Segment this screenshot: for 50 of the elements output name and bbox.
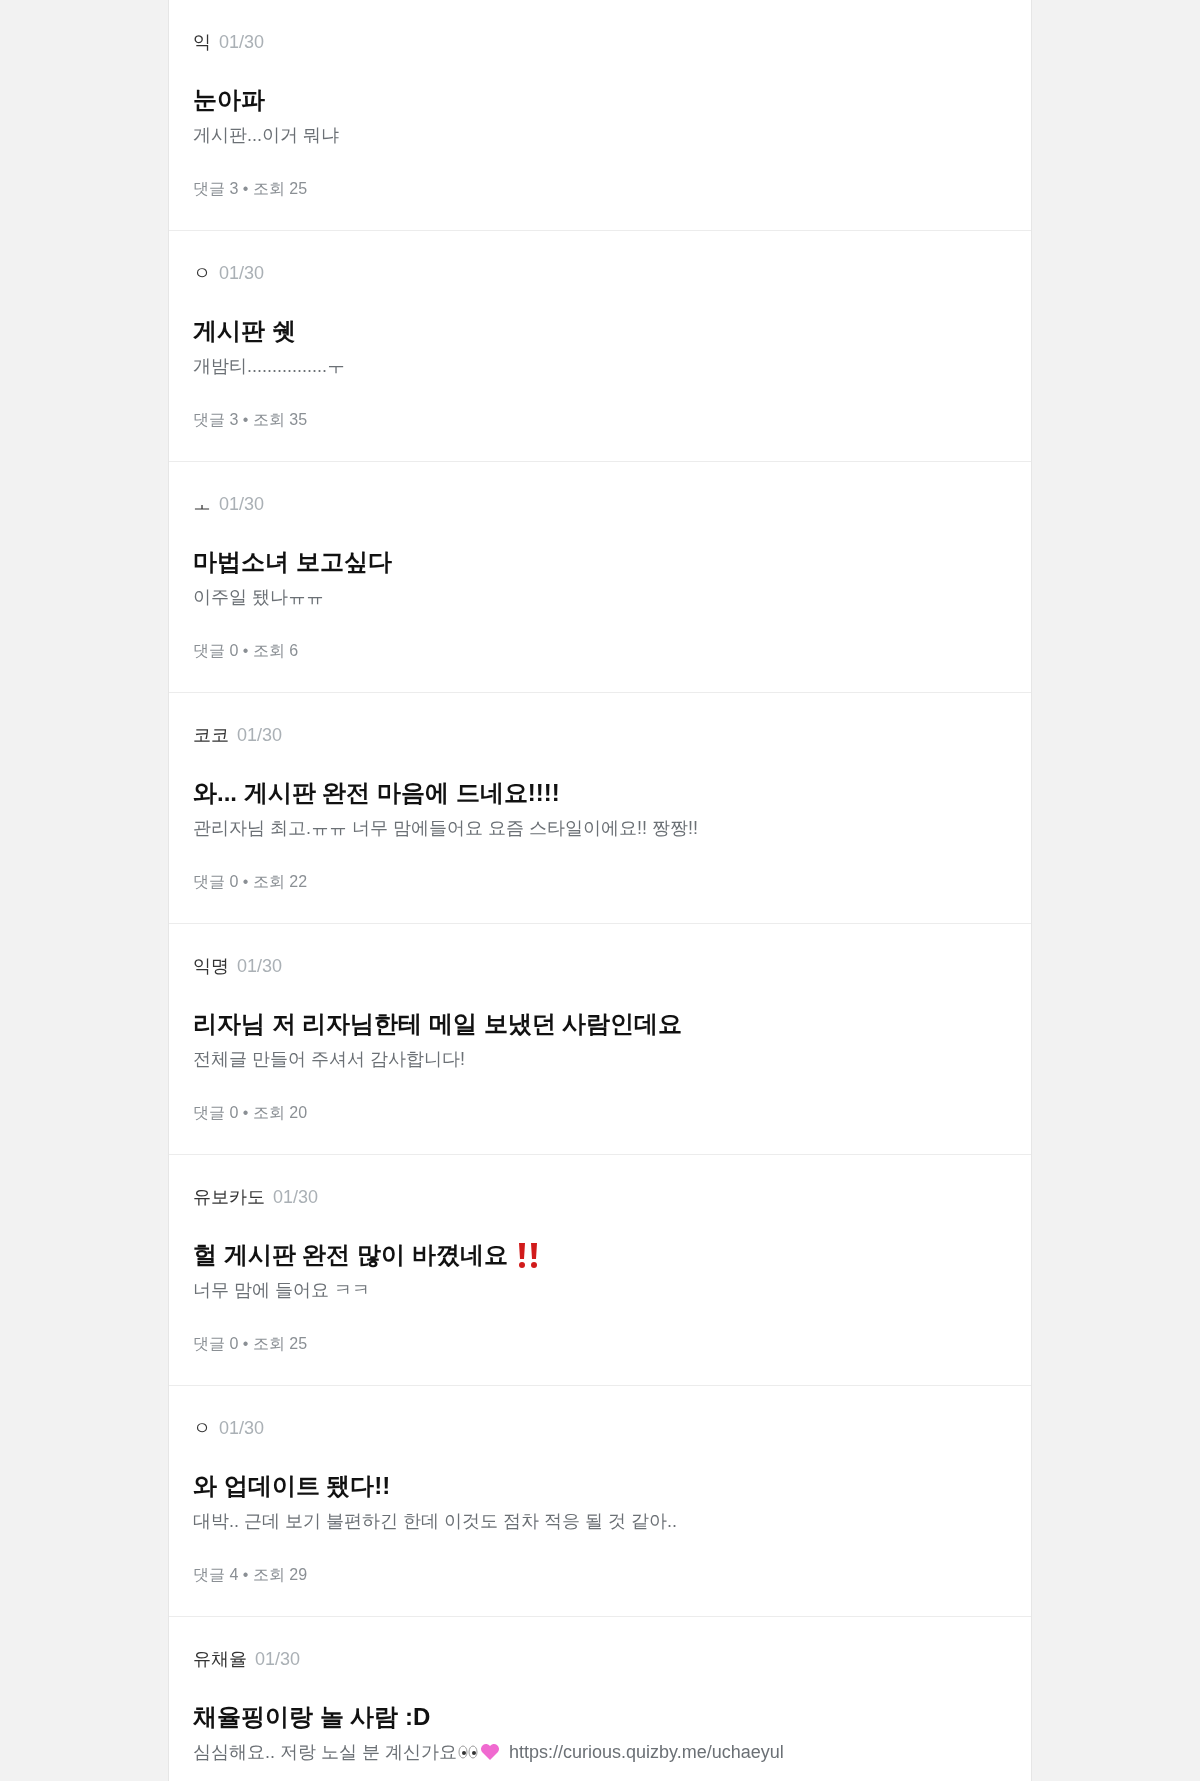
- post-item[interactable]: 익 01/30 눈아파 게시판...이거 뭐냐 댓글 3 • 조회 25: [169, 0, 1031, 231]
- post-author: 익명: [193, 955, 229, 978]
- post-title: 눈아파: [193, 85, 265, 115]
- post-item[interactable]: 익명 01/30 리자님 저 리자님한테 메일 보냈던 사람인데요 전체글 만들어 주셔서 감사합니다! 댓글 0 • 조회 20: [169, 924, 1031, 1155]
- post-stats: 댓글 0 • 조회 25: [193, 1334, 309, 1354]
- post-stats: 댓글 0 • 조회 22: [193, 872, 309, 892]
- post-stats: 댓글 0 • 조회 20: [193, 1103, 309, 1123]
- post-stats: 댓글 0 • 조회 6: [193, 641, 300, 661]
- post-date: 01/30: [219, 493, 265, 516]
- post-excerpt: 관리자님 최고.ㅠㅠ 너무 맘에들어요 요즘 스타일이에요!! 짱짱!!: [193, 817, 698, 840]
- post-author: 유채율: [193, 1648, 247, 1671]
- post-title: 리자님 저 리자님한테 메일 보냈던 사람인데요: [193, 1009, 683, 1039]
- post-date: 01/30: [219, 1417, 265, 1440]
- post-title: 마법소녀 보고싶다: [193, 547, 392, 577]
- post-date: 01/30: [273, 1186, 319, 1209]
- post-date: 01/30: [255, 1648, 301, 1671]
- post-date: 01/30: [219, 262, 265, 285]
- post-stats: 댓글 3 • 조회 35: [193, 410, 309, 430]
- post-author: ㅇ: [193, 1417, 211, 1440]
- heart-icon: [480, 1743, 500, 1761]
- post-author: 유보카도: [193, 1186, 265, 1209]
- post-title: 게시판 쉣: [193, 316, 296, 346]
- post-title: 와... 게시판 완전 마음에 드네요!!!!: [193, 778, 560, 808]
- post-title: 헐 게시판 완전 많이 바꼈네요: [193, 1240, 508, 1270]
- post-date: 01/30: [219, 31, 265, 54]
- post-date: 01/30: [237, 955, 283, 978]
- post-excerpt: 대박.. 근데 보기 불편하긴 한데 이것도 점차 적응 될 것 같아..: [193, 1510, 677, 1533]
- post-date: 01/30: [237, 724, 283, 747]
- post-excerpt: 개밤티................ㅜ: [193, 355, 345, 378]
- post-excerpt: 심심해요.. 저랑 노실 분 계신가요: [193, 1741, 457, 1764]
- post-item[interactable]: 유보카도 01/30 헐 게시판 완전 많이 바꼈네요 너무 맘에 들어요 ㅋㅋ 댓글 0 • 조회 25: [169, 1155, 1031, 1386]
- post-title: 채율핑이랑 놀 사람 :D: [193, 1702, 431, 1732]
- eyes-icon: [458, 1745, 478, 1759]
- post-stats: 댓글 4 • 조회 29: [193, 1565, 309, 1585]
- post-item[interactable]: ㅇ 01/30 와 업데이트 됐다!! 대박.. 근데 보기 불편하긴 한데 이것도 점차 적응 될 것 같아.. 댓글 4 • 조회 29: [169, 1386, 1031, 1617]
- post-author: 코코: [193, 724, 229, 747]
- post-link[interactable]: https://curious.quizby.me/uchaeyul: [509, 1739, 784, 1765]
- post-item[interactable]: ㅇ 01/30 게시판 쉣 개밤티................ㅜ 댓글 3 • 조회 35: [169, 231, 1031, 462]
- post-author: ㅗ: [193, 493, 211, 516]
- post-excerpt: 게시판...이거 뭐냐: [193, 124, 339, 147]
- post-stats: 댓글 3 • 조회 25: [193, 179, 309, 199]
- post-title: 와 업데이트 됐다!!: [193, 1471, 391, 1501]
- post-author: 익: [193, 31, 211, 54]
- post-excerpt: 이주일 됐나ㅠㅠ: [193, 586, 324, 609]
- post-item[interactable]: 유채율 01/30 채율핑이랑 놀 사람 :D 심심해요.. 저랑 노실 분 계신가요 https://curious.quizby.me/uchaeyul: [169, 1617, 1031, 1781]
- post-item[interactable]: 코코 01/30 와... 게시판 완전 마음에 드네요!!!! 관리자님 최고.ㅠㅠ 너무 맘에들어요 요즘 스타일이에요!! 짱짱!! 댓글 0 • 조회 22: [169, 693, 1031, 924]
- post-excerpt: 너무 맘에 들어요 ㅋㅋ: [193, 1279, 370, 1302]
- post-author: ㅇ: [193, 262, 211, 285]
- post-excerpt: 전체글 만들어 주셔서 감사합니다!: [193, 1048, 465, 1071]
- post-item[interactable]: ㅗ 01/30 마법소녀 보고싶다 이주일 됐나ㅠㅠ 댓글 0 • 조회 6: [169, 462, 1031, 693]
